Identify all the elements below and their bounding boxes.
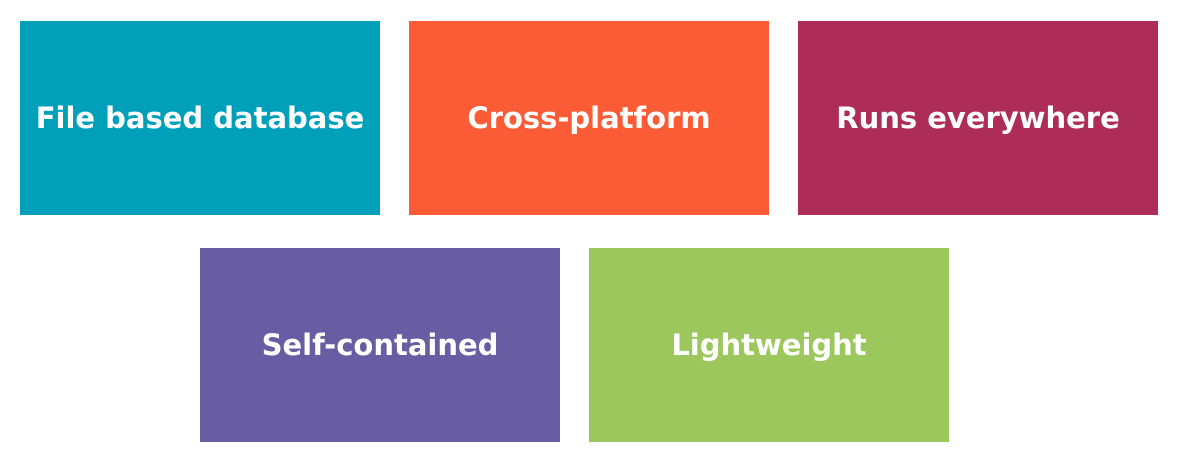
tile-cross-platform: Cross-platform bbox=[409, 21, 769, 215]
tile-lightweight: Lightweight bbox=[589, 248, 949, 442]
tile-label: File based database bbox=[35, 101, 365, 135]
tile-label: Runs everywhere bbox=[836, 101, 1120, 135]
tile-label: Self-contained bbox=[261, 328, 499, 362]
feature-tiles-diagram: File based database Cross-platform Runs … bbox=[0, 0, 1179, 456]
tile-runs-everywhere: Runs everywhere bbox=[798, 21, 1158, 215]
tile-self-contained: Self-contained bbox=[200, 248, 560, 442]
tile-file-based-database: File based database bbox=[20, 21, 380, 215]
tile-label: Cross-platform bbox=[467, 101, 711, 135]
tile-label: Lightweight bbox=[671, 328, 867, 362]
